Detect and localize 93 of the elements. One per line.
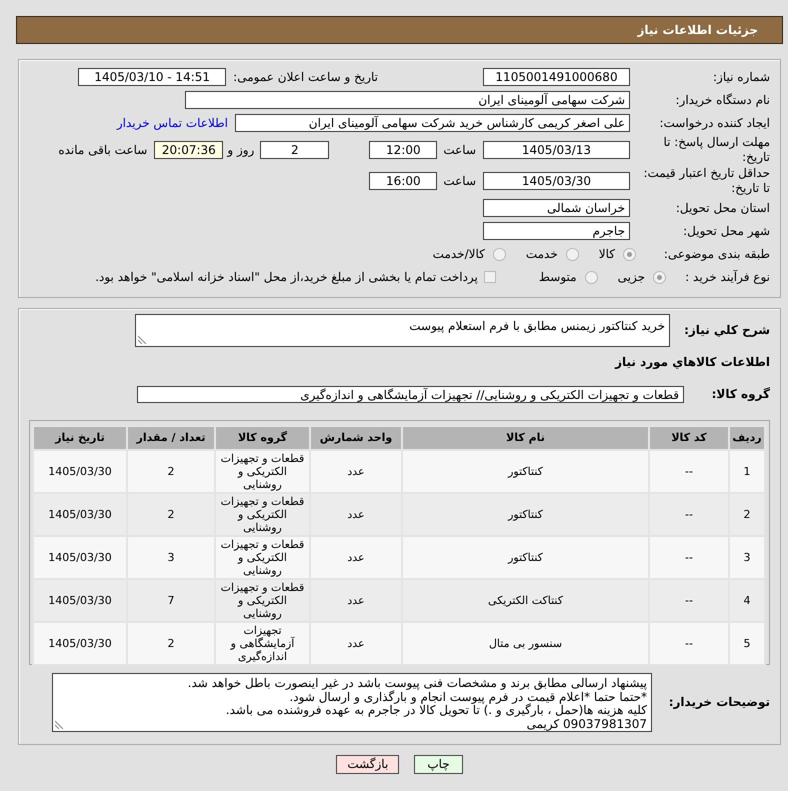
- field-label: تاریخ و ساعت اعلان عمومی:: [233, 70, 378, 84]
- radio-button[interactable]: [566, 248, 579, 260]
- table-cell: کنتاکت الکتریکی: [402, 579, 649, 622]
- field-label: ساعت: [443, 142, 476, 158]
- column-header: گروه کالا: [215, 426, 310, 450]
- table-cell: --: [649, 450, 729, 493]
- radio-label: کالا: [598, 246, 615, 262]
- column-header: تاریخ نیاز: [33, 426, 127, 450]
- table-cell: قطعات و تجهیزات الکتریکی و روشنایی: [215, 579, 310, 622]
- table-cell: 5: [729, 622, 765, 665]
- table-cell: 2: [127, 622, 215, 665]
- table-cell: 1405/03/30: [33, 579, 127, 622]
- column-header: واحد شمارش: [310, 426, 402, 450]
- deadline-date-field[interactable]: 1405/03/13: [483, 141, 630, 159]
- city-field[interactable]: جاجرم: [483, 222, 630, 240]
- field-label: نوع فرآیند خرید :: [685, 270, 770, 284]
- radio-button[interactable]: [492, 248, 506, 260]
- table-cell: قطعات و تجهیزات الکتریکی و روشنایی: [215, 450, 310, 493]
- buyer-name-field[interactable]: شرکت سهامی آلومینای ایران: [185, 91, 630, 109]
- table-cell: عدد: [310, 450, 402, 493]
- days-field[interactable]: 2: [260, 141, 330, 159]
- column-header: نام کالا: [402, 426, 649, 450]
- field-label: شرح کلي نياز:: [684, 323, 770, 338]
- field-label: شماره نیاز:: [713, 70, 770, 84]
- table-cell: 2: [127, 450, 215, 493]
- radio-button[interactable]: [623, 248, 636, 260]
- radio-label: متوسط: [538, 270, 577, 284]
- radio-label: جزیی: [618, 270, 645, 284]
- deadline-time-field[interactable]: 12:00: [369, 141, 438, 159]
- column-header: تعداد / مقدار: [127, 426, 215, 450]
- description-field[interactable]: خرید کنتاکتور زیمنس مطابق با فرم استعلام پیوست: [135, 314, 670, 347]
- field-label: ایجاد کننده درخواست:: [659, 116, 770, 130]
- table-cell: 1405/03/30: [33, 622, 127, 665]
- table-cell: 1405/03/30: [33, 493, 127, 536]
- checkbox[interactable]: [484, 271, 496, 283]
- table-cell: عدد: [310, 622, 402, 665]
- table-cell: سنسور بی متال: [402, 622, 649, 665]
- radio-button[interactable]: [584, 270, 598, 284]
- buyer-notes-field[interactable]: پیشنهاد ارسالی مطابق برند و مشخصات فنی پیوست باشد در غیر اینصورت باطل خواهد شد. *حتما حتما *اعلام قیمت در فرم پیوست انجام و بارگذاری و ارسال شود. کلیه هزینه ها(حمل ، بارگیری و .) تا تحویل کالا در جاجرم به عهده فروشنده می باشد. 09037981307 کریمی: [52, 673, 652, 732]
- field-label: طبقه بندی موضوعی:: [664, 246, 770, 262]
- validity-date-field[interactable]: 1405/03/30: [483, 172, 630, 190]
- field-label: ساعت باقی مانده: [58, 142, 148, 158]
- resize-grip-icon[interactable]: [55, 720, 64, 729]
- table-cell: 1405/03/30: [33, 536, 127, 579]
- radio-label: خدمت: [526, 246, 558, 262]
- field-label: استان محل تحویل:: [676, 200, 770, 216]
- requester-field[interactable]: علی اصغر کریمی کارشناس خرید شرکت سهامی آلومینای ایران: [235, 114, 630, 132]
- table-cell: 1405/03/30: [33, 450, 127, 493]
- table-cell: 2: [729, 493, 765, 536]
- validity-time-field[interactable]: 16:00: [369, 172, 438, 190]
- table-cell: قطعات و تجهیزات الکتریکی و روشنایی: [215, 536, 310, 579]
- field-label: مهلت ارسال پاسخ: تا تاریخ:: [662, 135, 770, 165]
- contact-link[interactable]: اطلاعات تماس خریدار: [116, 116, 228, 130]
- goods-group-field[interactable]: قطعات و تجهیزات الکتریکی و روشنایی// تجهیزات آزمایشگاهی و اندازه‌گیری: [137, 386, 684, 403]
- radio-label: کالا/خدمت: [432, 246, 485, 262]
- table-cell: عدد: [310, 493, 402, 536]
- radio-button[interactable]: [653, 270, 666, 284]
- announce-date-field[interactable]: 1405/03/10 - 14:51: [78, 68, 226, 86]
- table-cell: کنتاکتور: [402, 493, 649, 536]
- field-label: شهر محل تحویل:: [683, 224, 770, 238]
- checkbox-label: پرداخت تمام یا بخشی از مبلغ خرید،از محل "اسناد خزانه اسلامی" خواهد بود.: [95, 270, 478, 284]
- table-cell: 7: [127, 579, 215, 622]
- back-button[interactable]: بازگشت: [336, 755, 400, 774]
- table-cell: 2: [127, 493, 215, 536]
- field-label: روز و: [227, 142, 254, 158]
- field-label: حداقل تاریخ اعتبار قیمت: تا تاریخ:: [642, 166, 770, 196]
- table-cell: --: [649, 579, 729, 622]
- table-cell: --: [649, 622, 729, 665]
- column-header: ردیف: [729, 426, 765, 450]
- page-title: جزئیات اطلاعات نیاز: [637, 23, 758, 37]
- table-cell: عدد: [310, 536, 402, 579]
- field-label: توضیحات خریدار:: [668, 695, 770, 710]
- table-cell: کنتاکتور: [402, 536, 649, 579]
- section-title: اطلاعات کالاهاي مورد نياز: [615, 355, 770, 369]
- print-button[interactable]: چاپ: [414, 755, 463, 774]
- table-cell: قطعات و تجهیزات الکتریکی و روشنایی: [215, 493, 310, 536]
- field-label: ساعت: [443, 174, 476, 188]
- field-label: نام دستگاه خریدار:: [676, 92, 770, 108]
- table-cell: تجهیزات آزمایشگاهی و اندازه‌گیری: [215, 622, 310, 665]
- table-cell: کنتاکتور: [402, 450, 649, 493]
- table-cell: عدد: [310, 579, 402, 622]
- remaining-time-field[interactable]: 20:07:36: [154, 141, 224, 159]
- field-label: گروه کالا:: [712, 387, 770, 402]
- province-field[interactable]: خراسان شمالی: [483, 199, 630, 217]
- table-cell: --: [649, 493, 729, 536]
- table-cell: 4: [729, 579, 765, 622]
- table-cell: 3: [729, 536, 765, 579]
- need-number-field[interactable]: 1105001491000680: [483, 68, 630, 86]
- resize-grip-icon[interactable]: [138, 335, 147, 344]
- table-cell: 1: [729, 450, 765, 493]
- column-header: کد کالا: [649, 426, 729, 450]
- table-cell: --: [649, 536, 729, 579]
- table-cell: 3: [127, 536, 215, 579]
